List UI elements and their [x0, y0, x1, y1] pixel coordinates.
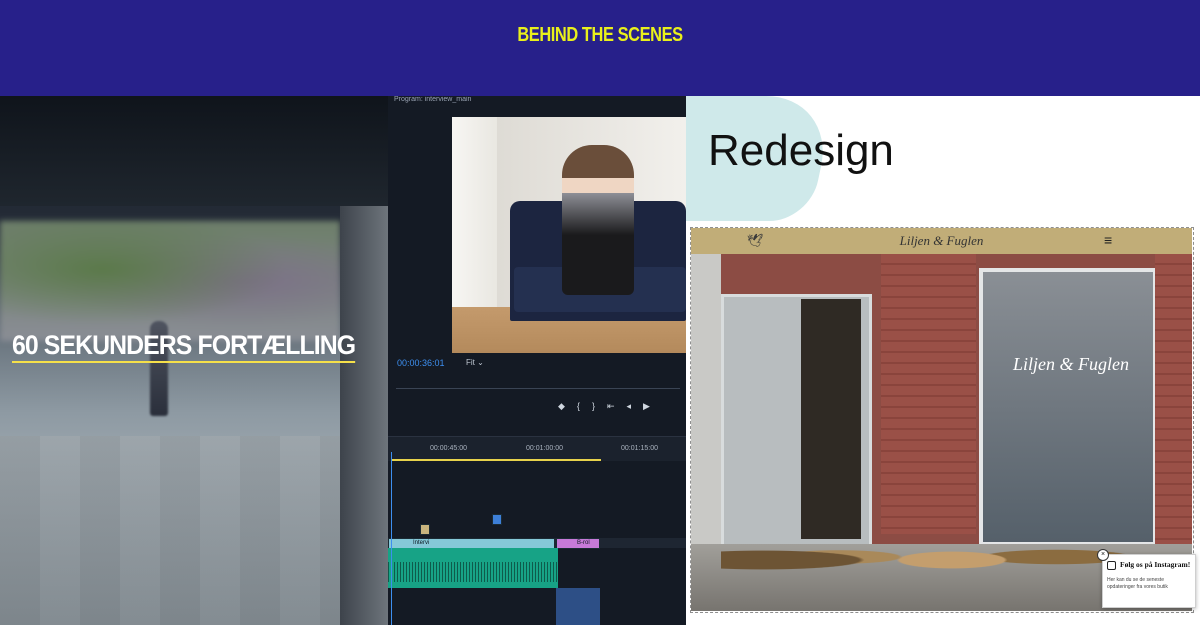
- instagram-icon: [1107, 561, 1116, 570]
- timeline-clip[interactable]: B-rol: [556, 538, 600, 549]
- video-editor-panel: Program: interview_main 00:00:36:01 Fit …: [388, 96, 686, 625]
- mark-in-icon[interactable]: {: [577, 401, 592, 411]
- site-logo[interactable]: Liljen & Fuglen: [691, 233, 1192, 249]
- header-banner: BEHIND THE SCENES: [0, 0, 1200, 96]
- ruler-label: 00:01:00:00: [526, 445, 563, 452]
- go-to-in-icon[interactable]: ⇤: [607, 401, 627, 411]
- baskets-display: [721, 524, 1141, 584]
- transport-controls: ◆{}⇤◂▶: [558, 401, 662, 412]
- video-still-panel: 60 SEKUNDERS FORTÆLLING: [0, 96, 388, 625]
- menu-icon[interactable]: ≡: [1104, 232, 1112, 248]
- timeline-clip[interactable]: [420, 524, 430, 535]
- site-navbar: 🕊 Liljen & Fuglen ≡: [691, 228, 1192, 254]
- audio-track[interactable]: [388, 548, 558, 588]
- clip-label: B-rol: [577, 540, 590, 546]
- stone-path: [0, 436, 388, 625]
- blurred-trees: [0, 221, 340, 341]
- zoom-value: Fit: [466, 358, 475, 367]
- door-opening: [801, 299, 861, 539]
- playhead[interactable]: [391, 452, 392, 625]
- popup-title: Følg os på Instagram!: [1120, 560, 1191, 569]
- ruler-label: 00:00:45:00: [430, 445, 467, 452]
- timeline-clip[interactable]: [492, 514, 502, 525]
- program-monitor: [452, 117, 686, 353]
- zoom-select[interactable]: Fit ⌄: [466, 358, 484, 367]
- instagram-popup[interactable]: × Følg os på Instagram! Her kan du se de…: [1097, 549, 1196, 608]
- clip-label: Intervi: [413, 540, 430, 546]
- audio-waveform: [388, 562, 558, 582]
- play-icon[interactable]: ▶: [643, 401, 662, 411]
- video-title: 60 SEKUNDERS FORTÆLLING: [12, 330, 356, 363]
- step-back-icon[interactable]: ◂: [627, 401, 644, 411]
- redesign-panel: Redesign 🕊 Liljen & Fuglen ≡ Liljen & Fu…: [686, 96, 1200, 625]
- gate-pillar: [340, 206, 388, 625]
- scrub-bar[interactable]: [396, 388, 680, 389]
- window-shop-name: Liljen & Fuglen: [1013, 354, 1129, 374]
- work-area-bar[interactable]: [391, 459, 601, 461]
- marker-icon[interactable]: ◆: [558, 401, 577, 411]
- program-monitor-label: Program: interview_main: [394, 96, 472, 103]
- timeline-clip[interactable]: [556, 588, 600, 625]
- gate-roof: [0, 96, 388, 206]
- interviewee: [562, 145, 634, 295]
- shop-window: [979, 268, 1157, 546]
- mark-out-icon[interactable]: }: [592, 401, 607, 411]
- timecode-readout[interactable]: 00:00:36:01: [397, 358, 445, 368]
- redesign-heading: Redesign: [708, 126, 894, 175]
- page-title: BEHIND THE SCENES: [517, 24, 683, 46]
- brick-wall: [881, 254, 976, 534]
- close-icon[interactable]: ×: [1097, 549, 1109, 561]
- popup-text: Her kan du se de seneste opdateringer fr…: [1107, 577, 1168, 590]
- ruler-label: 00:01:15:00: [621, 445, 658, 452]
